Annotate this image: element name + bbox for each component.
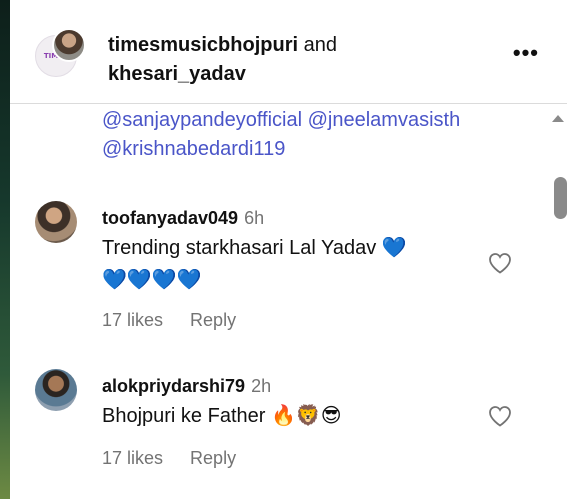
reply-button[interactable]: Reply bbox=[190, 448, 236, 468]
mention-link[interactable]: @jneelamvasisth bbox=[308, 109, 461, 131]
header-conjunction: and bbox=[303, 34, 337, 56]
header-username-1[interactable]: timesmusicbhojpuri bbox=[108, 34, 298, 56]
post-header: TIMES timesmusicbhojpuri and khesari_yad… bbox=[10, 0, 567, 104]
avatar[interactable] bbox=[35, 201, 77, 243]
comment-time: 2h bbox=[251, 376, 272, 396]
heart-outline-icon[interactable] bbox=[488, 252, 512, 274]
mention-link[interactable]: @krishnabedardi119 bbox=[102, 138, 285, 160]
avatar[interactable] bbox=[35, 369, 77, 411]
caption-mentions: @sanjaypandeyofficial @jneelamvasisth @k… bbox=[102, 106, 532, 164]
mention-link[interactable]: @sanjaypandeyofficial bbox=[102, 109, 302, 131]
fire-lion-sunglasses-emoji-icon: 🔥🦁😎 bbox=[270, 403, 342, 427]
scroll-up-arrow-icon[interactable] bbox=[552, 115, 564, 122]
comment-text: Trending starkhasari Lal Yadav 💙 💙💙💙💙 bbox=[102, 232, 482, 296]
header-accounts: timesmusicbhojpuri and khesari_yadav bbox=[108, 31, 337, 89]
comment-body: Trending starkhasari Lal Yadav bbox=[102, 237, 377, 259]
comment-username-text[interactable]: toofanyadav049 bbox=[102, 208, 238, 228]
likes-count[interactable]: 17 likes bbox=[102, 310, 163, 330]
reply-button[interactable]: Reply bbox=[190, 310, 236, 330]
ellipsis-icon[interactable]: ••• bbox=[513, 40, 539, 66]
comment-username-text[interactable]: alokpriydarshi79 bbox=[102, 376, 245, 396]
comment-meta: 17 likes Reply bbox=[102, 448, 236, 469]
comment-username[interactable]: toofanyadav049 6h bbox=[102, 208, 264, 229]
background-strip bbox=[0, 0, 10, 499]
comment-meta: 17 likes Reply bbox=[102, 310, 236, 331]
scrollbar-thumb[interactable] bbox=[554, 177, 567, 219]
comment-username[interactable]: alokpriydarshi79 2h bbox=[102, 376, 271, 397]
comment-time: 6h bbox=[244, 208, 265, 228]
heart-outline-icon[interactable] bbox=[488, 405, 512, 427]
blue-heart-icon: 💙 bbox=[381, 235, 407, 260]
comment-text: Bhojpuri ke Father 🔥🦁😎 bbox=[102, 400, 482, 432]
likes-count[interactable]: 17 likes bbox=[102, 448, 163, 468]
comment-body: Bhojpuri ke Father bbox=[102, 405, 266, 427]
header-username-2[interactable]: khesari_yadav bbox=[108, 63, 246, 85]
comments-panel: TIMES timesmusicbhojpuri and khesari_yad… bbox=[10, 0, 577, 499]
blue-hearts-icon: 💙💙💙💙 bbox=[102, 267, 203, 292]
collaborator-avatar[interactable] bbox=[52, 28, 86, 62]
